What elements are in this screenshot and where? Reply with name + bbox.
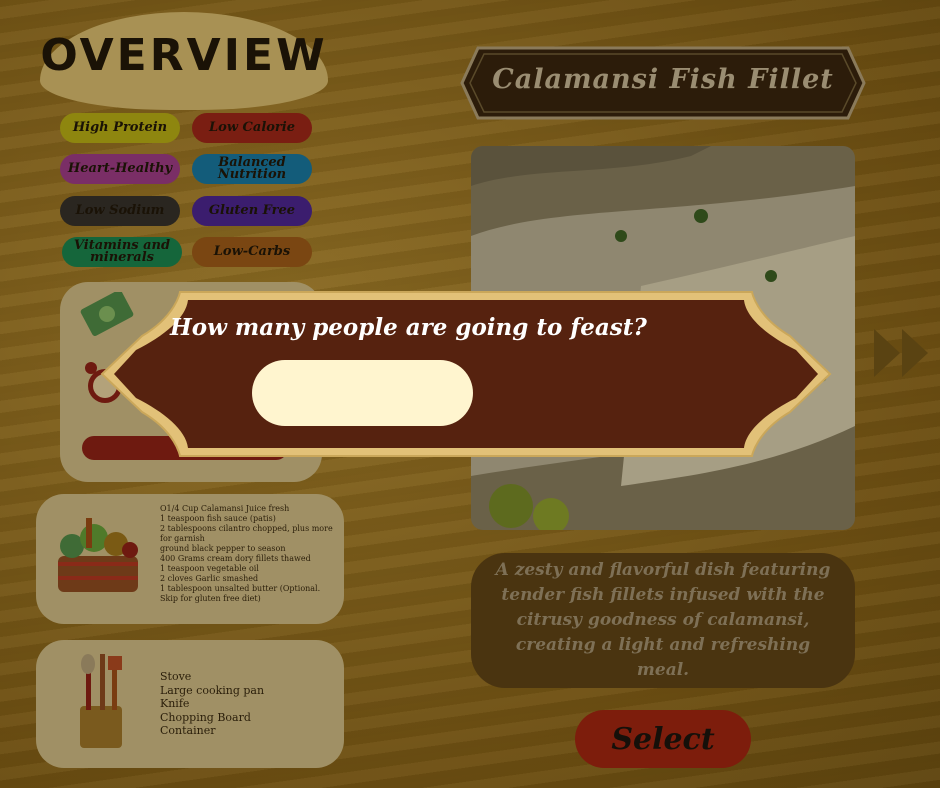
ingredient-item: 2 cloves Garlic smashed xyxy=(160,574,259,583)
ingredients-list: O1/4 Cup Calamansi Juice fresh 1 teaspoo… xyxy=(160,504,333,604)
overview-title: OVERVIEW xyxy=(40,30,328,81)
utensil-holder-icon xyxy=(80,654,122,748)
ingredient-item: 1 teaspoon fish sauce (patis) xyxy=(160,514,276,523)
tag-low-calorie: Low Calorie xyxy=(192,113,312,143)
tag-vitamins-minerals: Vitamins and minerals xyxy=(62,237,182,267)
ingredient-item: 2 tablespoons cilantro chopped, plus mor… xyxy=(160,524,333,533)
tool-item: Knife xyxy=(160,697,190,710)
tag-balanced-nutrition: Balanced Nutrition xyxy=(192,154,312,184)
tools-list: Stove Large cooking pan Knife Chopping B… xyxy=(160,670,264,738)
tag-heart-healthy: Heart-Healthy xyxy=(60,154,180,184)
recipe-description: A zesty and flavorful dish featuring ten… xyxy=(495,560,831,680)
tag-low-sodium: Low Sodium xyxy=(60,196,180,226)
tool-item: Stove xyxy=(160,670,192,683)
tag-low-carbs: Low-Carbs xyxy=(192,237,312,267)
next-arrow-icon[interactable] xyxy=(872,325,932,381)
ingredients-card: O1/4 Cup Calamansi Juice fresh 1 teaspoo… xyxy=(36,494,344,624)
servings-question: How many people are going to feast? xyxy=(170,314,647,341)
ingredient-item: for garnish xyxy=(160,534,205,543)
tag-gluten-free: Gluten Free xyxy=(192,196,312,226)
tools-card: Stove Large cooking pan Knife Chopping B… xyxy=(36,640,344,768)
ingredient-item: Skip for gluten free diet) xyxy=(160,594,261,603)
vegetable-basket-icon xyxy=(58,518,138,592)
select-button[interactable]: Select xyxy=(575,710,751,768)
tool-item: Chopping Board xyxy=(160,710,251,724)
ingredient-item: 1 teaspoon vegetable oil xyxy=(160,564,259,573)
recipe-title: Calamansi Fish Fillet xyxy=(492,64,834,95)
servings-input[interactable] xyxy=(252,360,473,426)
tag-high-protein: High Protein xyxy=(60,113,180,143)
ingredient-item: ground black pepper to season xyxy=(160,544,286,553)
ingredient-item: 1 tablespoon unsalted butter (Optional. xyxy=(160,584,321,593)
recipe-description-box: A zesty and flavorful dish featuring ten… xyxy=(471,553,855,688)
tool-item: Container xyxy=(160,724,216,737)
ingredient-item: O1/4 Cup Calamansi Juice fresh xyxy=(160,504,290,513)
ingredient-item: 400 Grams cream dory fillets thawed xyxy=(160,554,311,563)
tool-item: Large cooking pan xyxy=(160,683,265,697)
